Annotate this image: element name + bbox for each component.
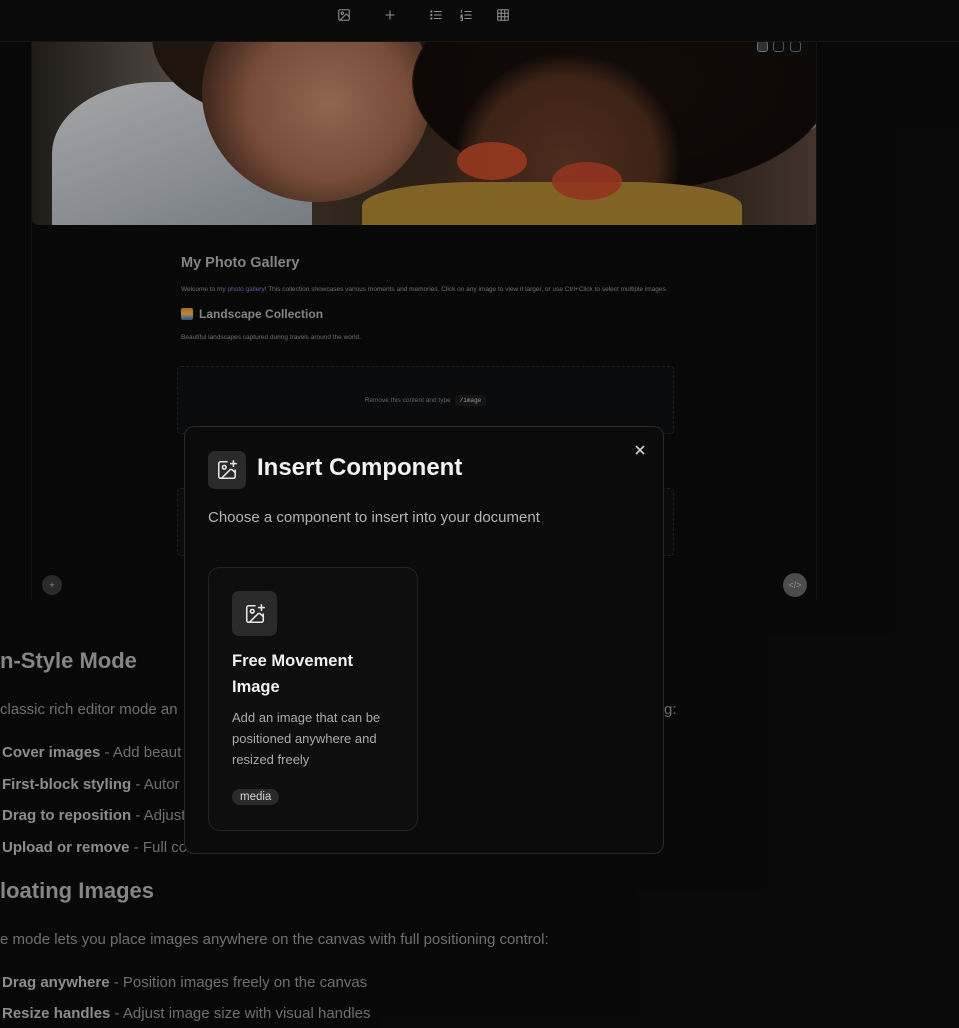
image-plus-icon [232,591,277,636]
free-movement-image-card[interactable]: Free Movement Image Add an image that ca… [208,567,418,831]
close-icon[interactable] [633,443,647,457]
card-title: Free Movement Image [232,652,354,696]
card-description: Add an image that can be positioned anyw… [232,710,381,767]
insert-component-dialog: Insert Component Choose a component to i… [184,426,664,854]
dialog-subtitle: Choose a component to insert into your d… [208,509,540,526]
category-badge: media [232,789,280,805]
image-plus-icon [208,451,246,489]
dialog-title: Insert Component [257,454,463,481]
